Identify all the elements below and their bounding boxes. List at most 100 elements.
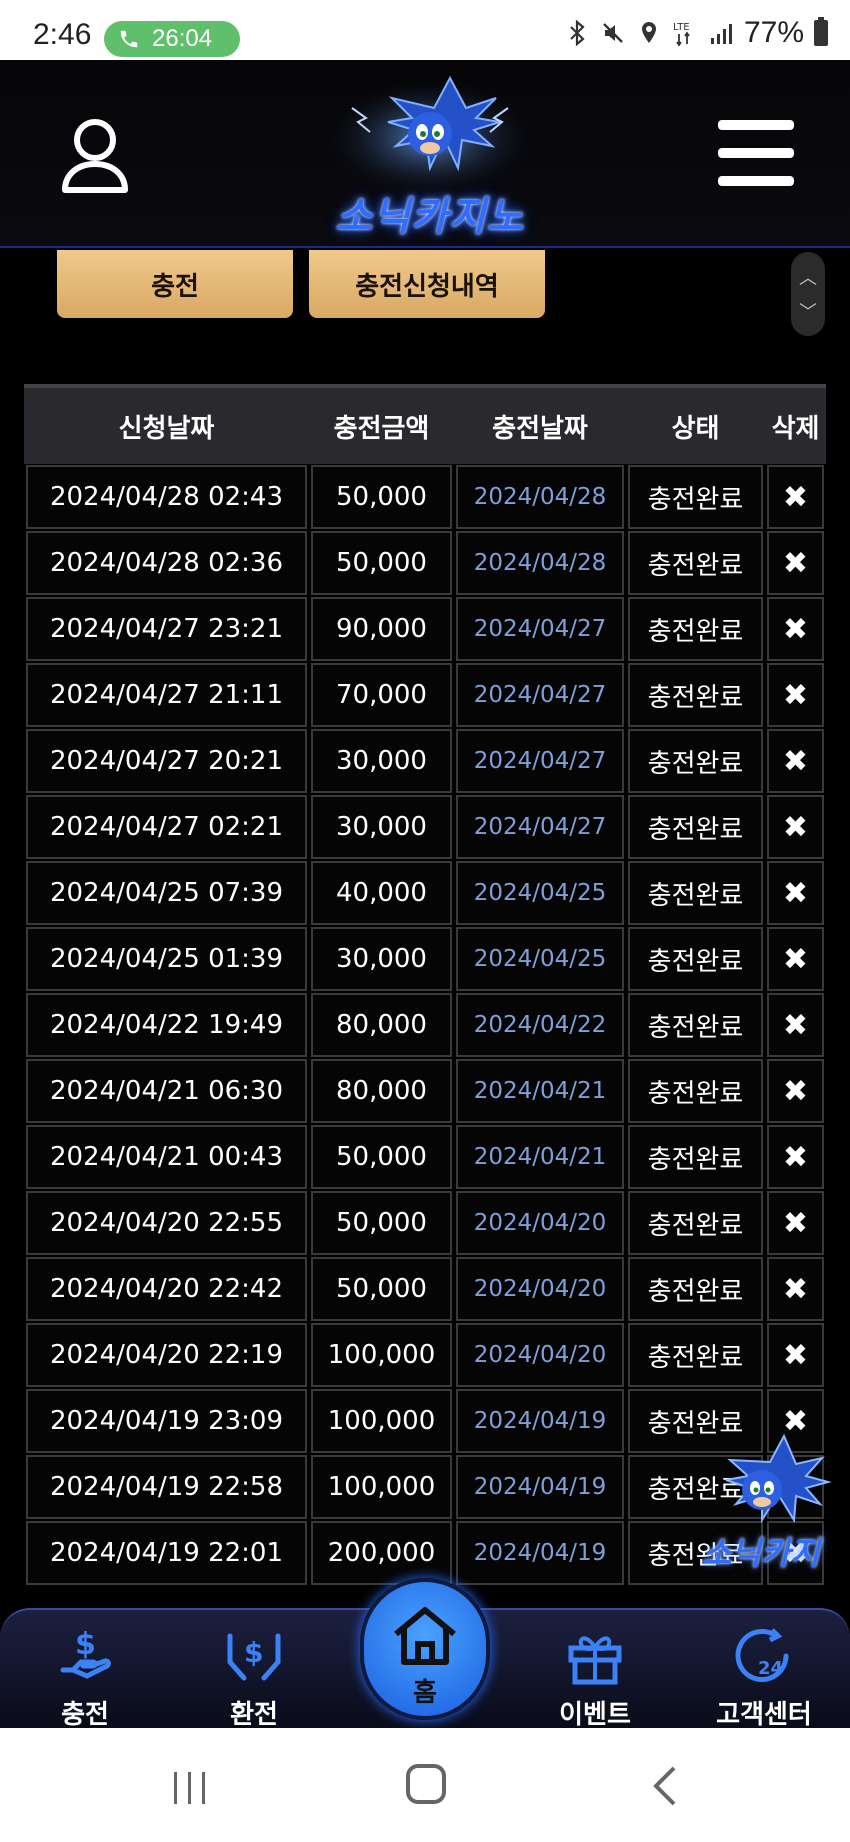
back-icon[interactable] bbox=[650, 1766, 680, 1806]
svg-text:24: 24 bbox=[758, 1658, 783, 1679]
cell-request-date: 2024/04/20 22:55 bbox=[26, 1191, 307, 1255]
cell-amount: 30,000 bbox=[311, 927, 452, 991]
cell-charge-date[interactable]: 2024/04/19 bbox=[456, 1455, 624, 1519]
cell-amount: 50,000 bbox=[311, 1191, 452, 1255]
support-24h-icon: 24 bbox=[735, 1628, 789, 1682]
cell-charge-date[interactable]: 2024/04/21 bbox=[456, 1059, 624, 1123]
delete-button[interactable]: ✖ bbox=[767, 1059, 824, 1123]
cell-charge-date[interactable]: 2024/04/21 bbox=[456, 1125, 624, 1189]
nav-home-label: 홈 bbox=[413, 1678, 437, 1708]
status-time: 2:46 bbox=[33, 18, 92, 51]
tab-charge-history[interactable]: 충전신청내역 bbox=[309, 250, 545, 318]
cell-request-date: 2024/04/28 02:43 bbox=[26, 465, 307, 529]
svg-text:LTE: LTE bbox=[673, 22, 690, 33]
cell-request-date: 2024/04/22 19:49 bbox=[26, 993, 307, 1057]
cell-status: 충전완료 bbox=[628, 1125, 763, 1189]
cell-amount: 100,000 bbox=[311, 1389, 452, 1453]
lte-signal-icon: LTE bbox=[673, 22, 690, 47]
cell-request-date: 2024/04/21 00:43 bbox=[26, 1125, 307, 1189]
cell-charge-date[interactable]: 2024/04/28 bbox=[456, 465, 624, 529]
cell-amount: 50,000 bbox=[311, 1257, 452, 1321]
cell-amount: 70,000 bbox=[311, 663, 452, 727]
cell-charge-date[interactable]: 2024/04/20 bbox=[456, 1191, 624, 1255]
delete-button[interactable]: ✖ bbox=[767, 927, 824, 991]
delete-button[interactable]: ✖ bbox=[767, 1323, 824, 1387]
table-row: 2024/04/28 02:36 50,000 2024/04/28 충전완료 ✖ bbox=[24, 530, 826, 596]
delete-button[interactable]: ✖ bbox=[767, 1191, 824, 1255]
cell-status: 충전완료 bbox=[628, 795, 763, 859]
bluetooth-icon bbox=[570, 19, 585, 47]
cell-request-date: 2024/04/25 01:39 bbox=[26, 927, 307, 991]
cell-status: 충전완료 bbox=[628, 993, 763, 1057]
table-row: 2024/04/21 00:43 50,000 2024/04/21 충전완료 ✖ bbox=[24, 1124, 826, 1190]
status-icons: LTE 77% bbox=[564, 16, 828, 50]
nav-home[interactable]: 홈 bbox=[360, 1578, 490, 1720]
exchange-hands-icon: $ bbox=[227, 1633, 281, 1681]
table-row: 2024/04/25 01:39 30,000 2024/04/25 충전완료 ✖ bbox=[24, 926, 826, 992]
table-row: 2024/04/25 07:39 40,000 2024/04/25 충전완료 ✖ bbox=[24, 860, 826, 926]
call-indicator[interactable]: 26:04 bbox=[104, 21, 240, 57]
deposit-hand-icon: $ bbox=[60, 1627, 111, 1679]
delete-button[interactable]: ✖ bbox=[767, 729, 824, 793]
logo-text: 소닉카지노 bbox=[335, 194, 525, 240]
chevron-down-icon[interactable]: ﹀ bbox=[799, 298, 817, 324]
cell-amount: 50,000 bbox=[311, 1125, 452, 1189]
mute-icon bbox=[603, 23, 623, 43]
cell-charge-date[interactable]: 2024/04/20 bbox=[456, 1257, 624, 1321]
cell-amount: 30,000 bbox=[311, 795, 452, 859]
cell-charge-date[interactable]: 2024/04/22 bbox=[456, 993, 624, 1057]
cell-charge-date[interactable]: 2024/04/27 bbox=[456, 663, 624, 727]
cell-charge-date[interactable]: 2024/04/28 bbox=[456, 531, 624, 595]
system-home-icon[interactable] bbox=[406, 1764, 446, 1804]
cell-charge-date[interactable]: 2024/04/25 bbox=[456, 861, 624, 925]
cell-status: 충전완료 bbox=[628, 1059, 763, 1123]
cell-amount: 80,000 bbox=[311, 993, 452, 1057]
delete-button[interactable]: ✖ bbox=[767, 663, 824, 727]
cell-status: 충전완료 bbox=[628, 531, 763, 595]
delete-button[interactable]: ✖ bbox=[767, 465, 824, 529]
floating-badge-text: 소닉카지 bbox=[702, 1534, 820, 1572]
chevron-up-icon[interactable]: ︿ bbox=[799, 264, 817, 290]
nav-support[interactable]: 24 고객센터 bbox=[704, 1620, 824, 1731]
cell-status: 충전완료 bbox=[628, 465, 763, 529]
delete-button[interactable]: ✖ bbox=[767, 1257, 824, 1321]
cell-amount: 200,000 bbox=[311, 1521, 452, 1585]
delete-button[interactable]: ✖ bbox=[767, 531, 824, 595]
cell-request-date: 2024/04/20 22:42 bbox=[26, 1257, 307, 1321]
nav-support-label: 고객센터 bbox=[716, 1700, 812, 1730]
cell-charge-date[interactable]: 2024/04/25 bbox=[456, 927, 624, 991]
cell-amount: 90,000 bbox=[311, 597, 452, 661]
delete-button[interactable]: ✖ bbox=[767, 1125, 824, 1189]
cell-charge-date[interactable]: 2024/04/27 bbox=[456, 795, 624, 859]
tab-charge[interactable]: 충전 bbox=[57, 250, 293, 318]
recent-apps-icon[interactable] bbox=[170, 1770, 210, 1806]
cell-amount: 30,000 bbox=[311, 729, 452, 793]
cell-charge-date[interactable]: 2024/04/19 bbox=[456, 1389, 624, 1453]
brand-logo[interactable]: 소닉카지노 bbox=[312, 68, 548, 242]
hamburger-menu-icon[interactable] bbox=[718, 120, 794, 186]
user-icon[interactable] bbox=[60, 118, 130, 194]
cell-request-date: 2024/04/21 06:30 bbox=[26, 1059, 307, 1123]
delete-button[interactable]: ✖ bbox=[767, 993, 824, 1057]
delete-button[interactable]: ✖ bbox=[767, 597, 824, 661]
cell-charge-date[interactable]: 2024/04/27 bbox=[456, 729, 624, 793]
scroll-control[interactable]: ︿ ﹀ bbox=[791, 252, 825, 336]
phone-icon bbox=[120, 30, 138, 48]
table-row: 2024/04/21 06:30 80,000 2024/04/21 충전완료 ✖ bbox=[24, 1058, 826, 1124]
cell-amount: 100,000 bbox=[311, 1455, 452, 1519]
table-row: 2024/04/27 23:21 90,000 2024/04/27 충전완료 ✖ bbox=[24, 596, 826, 662]
cell-status: 충전완료 bbox=[628, 597, 763, 661]
cell-request-date: 2024/04/27 23:21 bbox=[26, 597, 307, 661]
delete-button[interactable]: ✖ bbox=[767, 795, 824, 859]
cell-charge-date[interactable]: 2024/04/20 bbox=[456, 1323, 624, 1387]
cell-charge-date[interactable]: 2024/04/27 bbox=[456, 597, 624, 661]
floating-mascot-button[interactable]: 소닉카지 bbox=[690, 1430, 832, 1580]
cell-charge-date[interactable]: 2024/04/19 bbox=[456, 1521, 624, 1585]
cell-status: 충전완료 bbox=[628, 1257, 763, 1321]
system-nav-bar bbox=[0, 1728, 850, 1842]
nav-charge[interactable]: $ 충전 bbox=[25, 1620, 145, 1731]
nav-exchange[interactable]: $ 환전 bbox=[194, 1620, 314, 1731]
delete-button[interactable]: ✖ bbox=[767, 861, 824, 925]
cell-amount: 100,000 bbox=[311, 1323, 452, 1387]
nav-event[interactable]: 이벤트 bbox=[535, 1620, 655, 1731]
